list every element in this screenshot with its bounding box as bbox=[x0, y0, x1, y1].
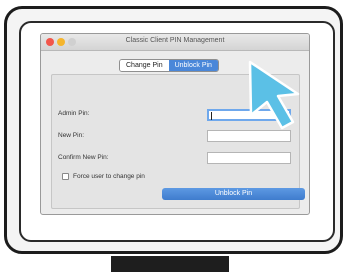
new-pin-field[interactable] bbox=[207, 130, 291, 142]
tab-unblock-pin[interactable]: Unblock Pin bbox=[168, 60, 218, 71]
text-caret bbox=[211, 112, 212, 120]
force-change-checkbox[interactable] bbox=[62, 173, 69, 180]
confirm-new-pin-field[interactable] bbox=[207, 152, 291, 164]
title-bar: Classic Client PIN Management bbox=[41, 34, 309, 51]
unblock-pin-button[interactable]: Unblock Pin bbox=[162, 188, 305, 200]
monitor-stand bbox=[111, 256, 229, 272]
admin-pin-label: Admin Pin: bbox=[58, 110, 90, 117]
new-pin-label: New Pin: bbox=[58, 132, 85, 139]
tab-change-pin[interactable]: Change Pin bbox=[120, 60, 169, 71]
arrow-cursor-icon bbox=[248, 60, 300, 130]
tab-bar: Change Pin Unblock Pin bbox=[119, 59, 219, 72]
window-title: Classic Client PIN Management bbox=[125, 37, 225, 44]
force-change-label: Force user to change pin bbox=[73, 173, 145, 180]
confirm-new-pin-label: Confirm New Pin: bbox=[58, 154, 109, 161]
